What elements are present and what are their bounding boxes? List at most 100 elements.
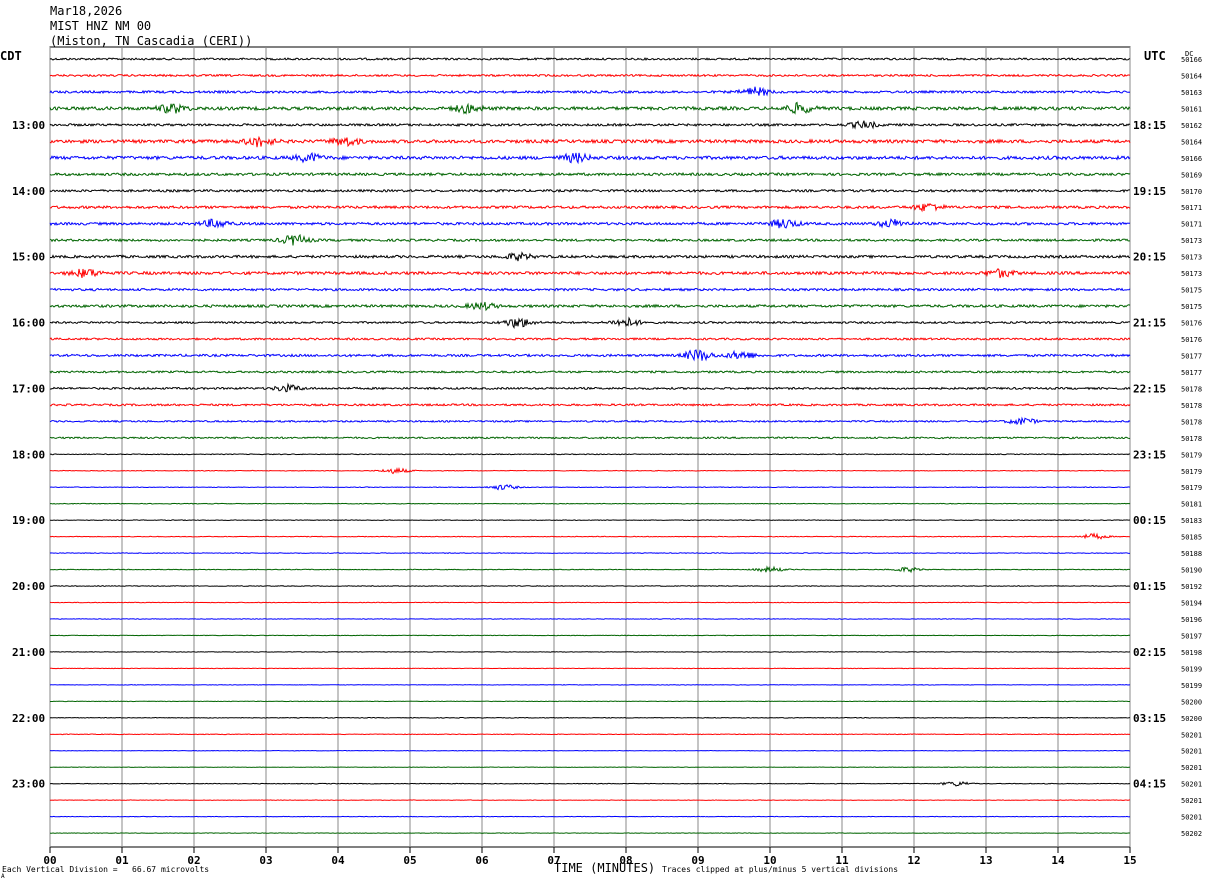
dc-offset-label: 50181 — [1181, 501, 1202, 509]
right-hour-label: 18:15 — [1133, 119, 1166, 132]
dc-offset-label: 50201 — [1181, 814, 1202, 822]
dc-offset-label: 50200 — [1181, 715, 1202, 723]
x-tick-label: 13 — [979, 854, 992, 867]
seismic-trace — [50, 519, 1131, 522]
right-hour-label: 02:15 — [1133, 646, 1166, 659]
seismic-trace — [50, 565, 1131, 574]
seismic-trace — [49, 716, 1131, 719]
seismic-trace — [49, 416, 1131, 426]
left-hour-label: 20:00 — [12, 580, 45, 593]
dc-offset-label: 50169 — [1181, 171, 1202, 179]
dc-offset-label: 50163 — [1181, 89, 1202, 97]
x-tick-label: 06 — [475, 854, 489, 867]
dc-offset-label: 50176 — [1181, 336, 1202, 344]
dc-offset-label: 50173 — [1181, 237, 1202, 245]
seismic-trace — [49, 618, 1131, 620]
seismic-trace — [49, 684, 1131, 686]
right-hour-label: 22:15 — [1133, 382, 1166, 395]
dc-offset-label: 50166 — [1181, 56, 1202, 64]
dc-offset-label: 50178 — [1181, 418, 1202, 426]
right-hour-label: 03:15 — [1133, 712, 1166, 725]
right-hour-label: 01:15 — [1133, 580, 1166, 593]
dc-offset-label: 50183 — [1181, 517, 1202, 525]
dc-offset-label: 50196 — [1181, 616, 1202, 624]
dc-offset-label: 50199 — [1181, 665, 1202, 673]
seismic-trace — [49, 268, 1131, 279]
seismic-trace — [49, 101, 1131, 115]
seismic-trace — [49, 502, 1131, 505]
left-hour-label: 23:00 — [12, 778, 45, 791]
dc-offset-label: 50166 — [1181, 155, 1202, 163]
left-hour-label: 17:00 — [12, 382, 45, 395]
x-axis-title: TIME (MINUTES) — [554, 861, 656, 875]
dc-offset-label: 50164 — [1181, 72, 1202, 80]
dc-offset-label: 50201 — [1181, 764, 1202, 772]
dc-offset-label: 50164 — [1181, 138, 1202, 146]
helicorder-plot: 00 01 02 03 04 05 06 07 08 09 10 11 12 13 14 1550166501… — [1, 46, 1202, 880]
x-tick-label: 03 — [259, 854, 272, 867]
x-tick-label: 05 — [403, 854, 416, 867]
dc-offset-label: 50179 — [1181, 451, 1202, 459]
dc-offset-label: 50178 — [1181, 402, 1202, 410]
left-hour-label: 21:00 — [12, 646, 45, 659]
seismic-trace — [49, 152, 1131, 165]
left-hour-label: 14:00 — [12, 185, 45, 198]
seismic-trace — [49, 651, 1131, 653]
seismic-trace — [49, 73, 1131, 78]
seismic-trace — [49, 436, 1131, 440]
dc-offset-label: 50175 — [1181, 303, 1202, 311]
x-tick-label: 14 — [1051, 854, 1065, 867]
seismic-trace — [49, 634, 1131, 637]
left-hour-label: 13:00 — [12, 119, 45, 132]
seismic-trace — [49, 799, 1131, 801]
dc-offset-label: 50177 — [1181, 352, 1202, 360]
dc-offset-label: 50161 — [1181, 105, 1202, 113]
seismic-trace — [49, 86, 1131, 97]
right-hour-label: 19:15 — [1133, 185, 1166, 198]
seismic-trace — [49, 171, 1131, 177]
seismic-trace — [49, 532, 1131, 540]
seismic-trace — [49, 402, 1131, 407]
seismic-trace — [49, 700, 1130, 703]
dc-offset-label: 50171 — [1181, 221, 1202, 229]
seismic-trace — [49, 188, 1130, 193]
seismic-trace — [49, 815, 1131, 818]
dc-offset-label: 50199 — [1181, 682, 1202, 690]
dc-offset-label: 50178 — [1181, 385, 1202, 393]
seismic-trace — [49, 120, 1131, 130]
seismic-trace — [49, 57, 1131, 61]
dc-offset-label: 50171 — [1181, 204, 1202, 212]
seismic-trace — [49, 218, 1131, 229]
dc-offset-label: 50192 — [1181, 583, 1202, 591]
dc-offset-label: 50190 — [1181, 567, 1202, 575]
seismic-trace — [49, 453, 1131, 456]
seismic-trace — [49, 780, 1131, 787]
dc-offset-label: 50188 — [1181, 550, 1202, 558]
dc-offset-label: 50162 — [1181, 122, 1202, 130]
vertical-division-note: Each Vertical Division = 66.67 microvolt… — [2, 865, 210, 874]
right-hour-label: 20:15 — [1133, 251, 1166, 264]
seismic-trace — [49, 301, 1131, 312]
dc-offset-label: 50198 — [1181, 649, 1202, 657]
seismic-trace — [49, 467, 1131, 475]
seismic-trace — [49, 233, 1131, 246]
dc-offset-label: 50201 — [1181, 731, 1202, 739]
dc-offset-label: 50170 — [1181, 188, 1202, 196]
seismic-trace — [49, 349, 1131, 362]
right-hour-label: 21:15 — [1133, 317, 1166, 330]
right-hour-label: 04:15 — [1133, 778, 1166, 791]
seismic-trace — [49, 203, 1131, 213]
dc-offset-label: 50194 — [1181, 600, 1202, 608]
left-hour-label: 15:00 — [12, 251, 45, 264]
dc-offset-label: 50173 — [1181, 270, 1202, 278]
seismic-trace — [49, 552, 1130, 554]
seismic-trace — [49, 337, 1131, 341]
left-hour-label: 16:00 — [12, 317, 45, 330]
seismic-trace — [49, 484, 1131, 491]
dc-offset-label: 50173 — [1181, 254, 1202, 262]
left-hour-label: 22:00 — [12, 712, 45, 725]
seismic-trace — [49, 135, 1131, 148]
seismic-trace — [49, 733, 1131, 736]
dc-offset-label: 50185 — [1181, 534, 1202, 542]
x-tick-label: 12 — [907, 854, 920, 867]
